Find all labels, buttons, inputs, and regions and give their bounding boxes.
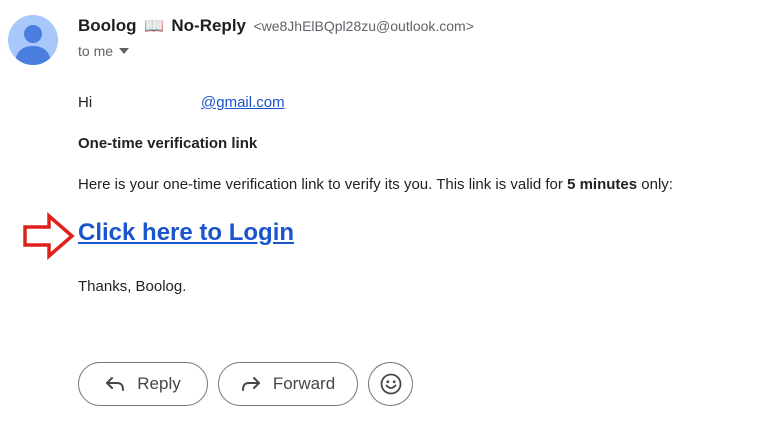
recipient-email-link[interactable]: @gmail.com	[201, 94, 285, 111]
smiley-icon	[380, 373, 401, 395]
reply-label: Reply	[137, 374, 181, 393]
instructions-prefix: Here is your one-time verification link …	[78, 176, 563, 193]
recipient-label: to me	[78, 43, 114, 59]
sender-email: <we8JhElBQpl28zu@outlook.com>	[253, 18, 474, 34]
greeting: Hi	[78, 94, 93, 111]
forward-label: Forward	[272, 374, 336, 393]
person-icon	[15, 25, 51, 65]
sender-suffix[interactable]: No-Reply	[171, 16, 246, 35]
sender-name[interactable]: Boolog	[78, 16, 137, 35]
instructions: Here is your one-time verification link …	[78, 176, 673, 193]
reply-icon	[106, 377, 125, 391]
email-heading: One-time verification link	[78, 135, 258, 152]
signoff: Thanks, Boolog.	[78, 278, 187, 295]
chevron-down-icon	[119, 48, 130, 54]
forward-icon	[241, 377, 260, 391]
sender-line: Boolog 📖 No-Reply <we8JhElBQpl28zu@outlo…	[78, 16, 474, 36]
login-link[interactable]: Click here to Login	[78, 219, 294, 247]
reply-button[interactable]: Reply	[78, 362, 208, 406]
recipient-details-toggle[interactable]: to me	[78, 43, 130, 59]
emoji-reaction-button[interactable]	[368, 362, 413, 406]
forward-button[interactable]: Forward	[218, 362, 358, 406]
validity-duration: 5 minutes	[567, 176, 638, 193]
red-arrow-icon	[23, 212, 75, 260]
sender-avatar[interactable]	[8, 15, 58, 65]
book-emoji: 📖	[144, 18, 164, 35]
instructions-suffix: only:	[641, 176, 673, 193]
